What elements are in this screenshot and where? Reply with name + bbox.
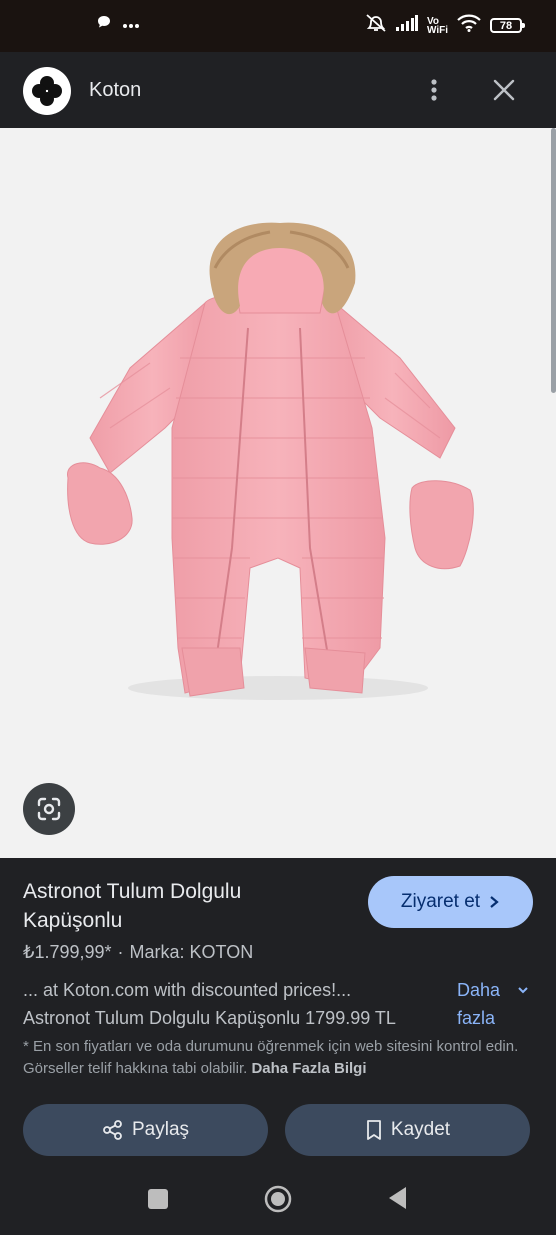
close-icon[interactable]	[490, 76, 518, 104]
save-button[interactable]: Kaydet	[285, 1104, 530, 1156]
site-header: Koton	[0, 52, 556, 128]
product-brand: Marka: KOTON	[129, 942, 254, 962]
koton-logo[interactable]	[23, 67, 71, 115]
chat-bubble-icon	[96, 14, 112, 35]
battery-icon: 78	[490, 18, 525, 33]
learn-more-link[interactable]: Daha Fazla Bilgi	[251, 1060, 366, 1077]
google-lens-button[interactable]	[23, 783, 75, 835]
status-bar: Vo WiFi 78	[0, 0, 556, 52]
site-name[interactable]: Koton	[89, 79, 141, 102]
scrollbar[interactable]	[551, 128, 556, 393]
back-icon[interactable]	[386, 1185, 408, 1211]
pink-snowsuit-illustration	[67, 222, 474, 700]
meta-separator: ·	[117, 942, 124, 962]
more-dots-icon	[122, 16, 140, 34]
more-link-line: fazla	[457, 1008, 496, 1028]
chevron-right-icon	[490, 896, 499, 908]
product-title[interactable]: Astronot Tulum Dolgulu Kapüşonlu	[23, 877, 343, 935]
product-description: ... at Koton.com with discounted prices!…	[23, 976, 453, 1032]
save-label: Kaydet	[390, 1119, 451, 1140]
home-icon[interactable]	[263, 1184, 293, 1214]
bookmark-icon	[367, 1120, 381, 1140]
wifi-icon	[457, 14, 481, 37]
visit-button[interactable]: Ziyaret et	[368, 876, 533, 928]
vowifi-indicator: Vo WiFi	[426, 15, 448, 36]
recent-apps-icon[interactable]	[148, 1189, 168, 1209]
share-button[interactable]: Paylaş	[23, 1104, 268, 1156]
chevron-down-icon[interactable]	[515, 982, 531, 998]
more-vert-icon[interactable]	[420, 76, 448, 104]
product-price: ₺1.799,99*	[23, 942, 112, 962]
system-nav-bar	[0, 1163, 556, 1235]
product-image[interactable]	[0, 128, 556, 858]
mute-icon	[365, 13, 387, 38]
more-link[interactable]: Daha fazla	[457, 976, 500, 1032]
share-label: Paylaş	[131, 1119, 190, 1140]
lens-icon	[37, 797, 61, 821]
more-link-line: Daha	[457, 980, 501, 1000]
description-line: Astronot Tulum Dolgulu Kapüşonlu 1799.99…	[23, 1008, 396, 1028]
description-line: ... at Koton.com with discounted prices!…	[23, 980, 352, 1000]
signal-icon	[395, 15, 418, 36]
visit-button-label: Ziyaret et	[400, 891, 481, 912]
battery-level: 78	[499, 19, 513, 32]
price-brand-row: ₺1.799,99* · Marka: KOTON	[23, 942, 253, 963]
share-icon	[103, 1120, 122, 1140]
price-disclaimer: * En son fiyatları ve oda durumunu öğren…	[23, 1036, 533, 1080]
